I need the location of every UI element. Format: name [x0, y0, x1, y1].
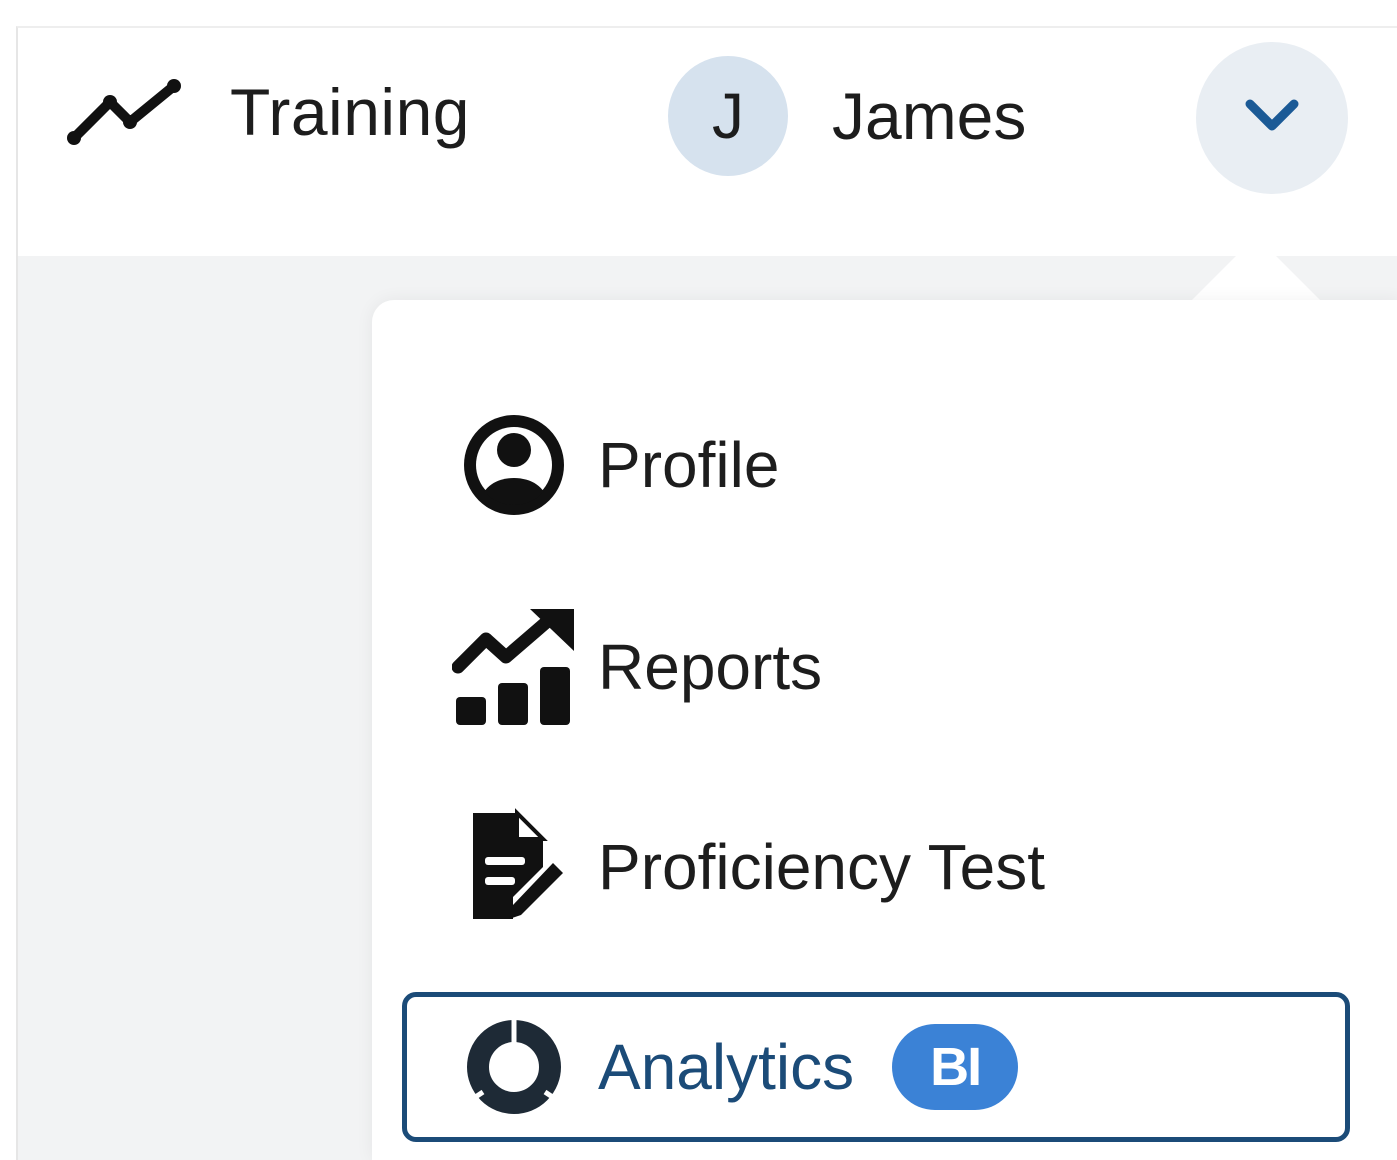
bi-badge: BI [892, 1024, 1019, 1110]
user-name: James [832, 79, 1027, 153]
app-title: Training [230, 75, 470, 149]
menu-item-label: Analytics [598, 1031, 855, 1103]
menu-item-label: Proficiency Test [598, 831, 1045, 903]
menu-item-label: Reports [598, 631, 823, 703]
trend-line-icon [66, 72, 186, 152]
user-circle-icon [452, 403, 576, 527]
top-bar: Training J James [18, 28, 1397, 256]
chevron-down-icon [1242, 96, 1302, 141]
menu-item-reports[interactable]: Reports [402, 592, 1350, 742]
menu-item-profile[interactable]: Profile [402, 390, 1350, 540]
user-menu-toggle-button[interactable] [1196, 42, 1348, 194]
menu-item-analytics[interactable]: Analytics BI [402, 992, 1350, 1142]
brand[interactable]: Training [66, 72, 470, 152]
menu-item-label: Profile [598, 429, 780, 501]
user-info[interactable]: J James [668, 56, 1026, 176]
avatar: J [668, 56, 788, 176]
menu-item-proficiency-test[interactable]: Proficiency Test [402, 792, 1350, 942]
chart-growth-icon [452, 605, 576, 729]
user-dropdown-menu: Profile Reports Proficiency Test Analyti… [372, 300, 1397, 1160]
dropdown-caret [1186, 236, 1326, 306]
file-edit-icon [452, 805, 576, 929]
donut-chart-icon [452, 1005, 576, 1129]
